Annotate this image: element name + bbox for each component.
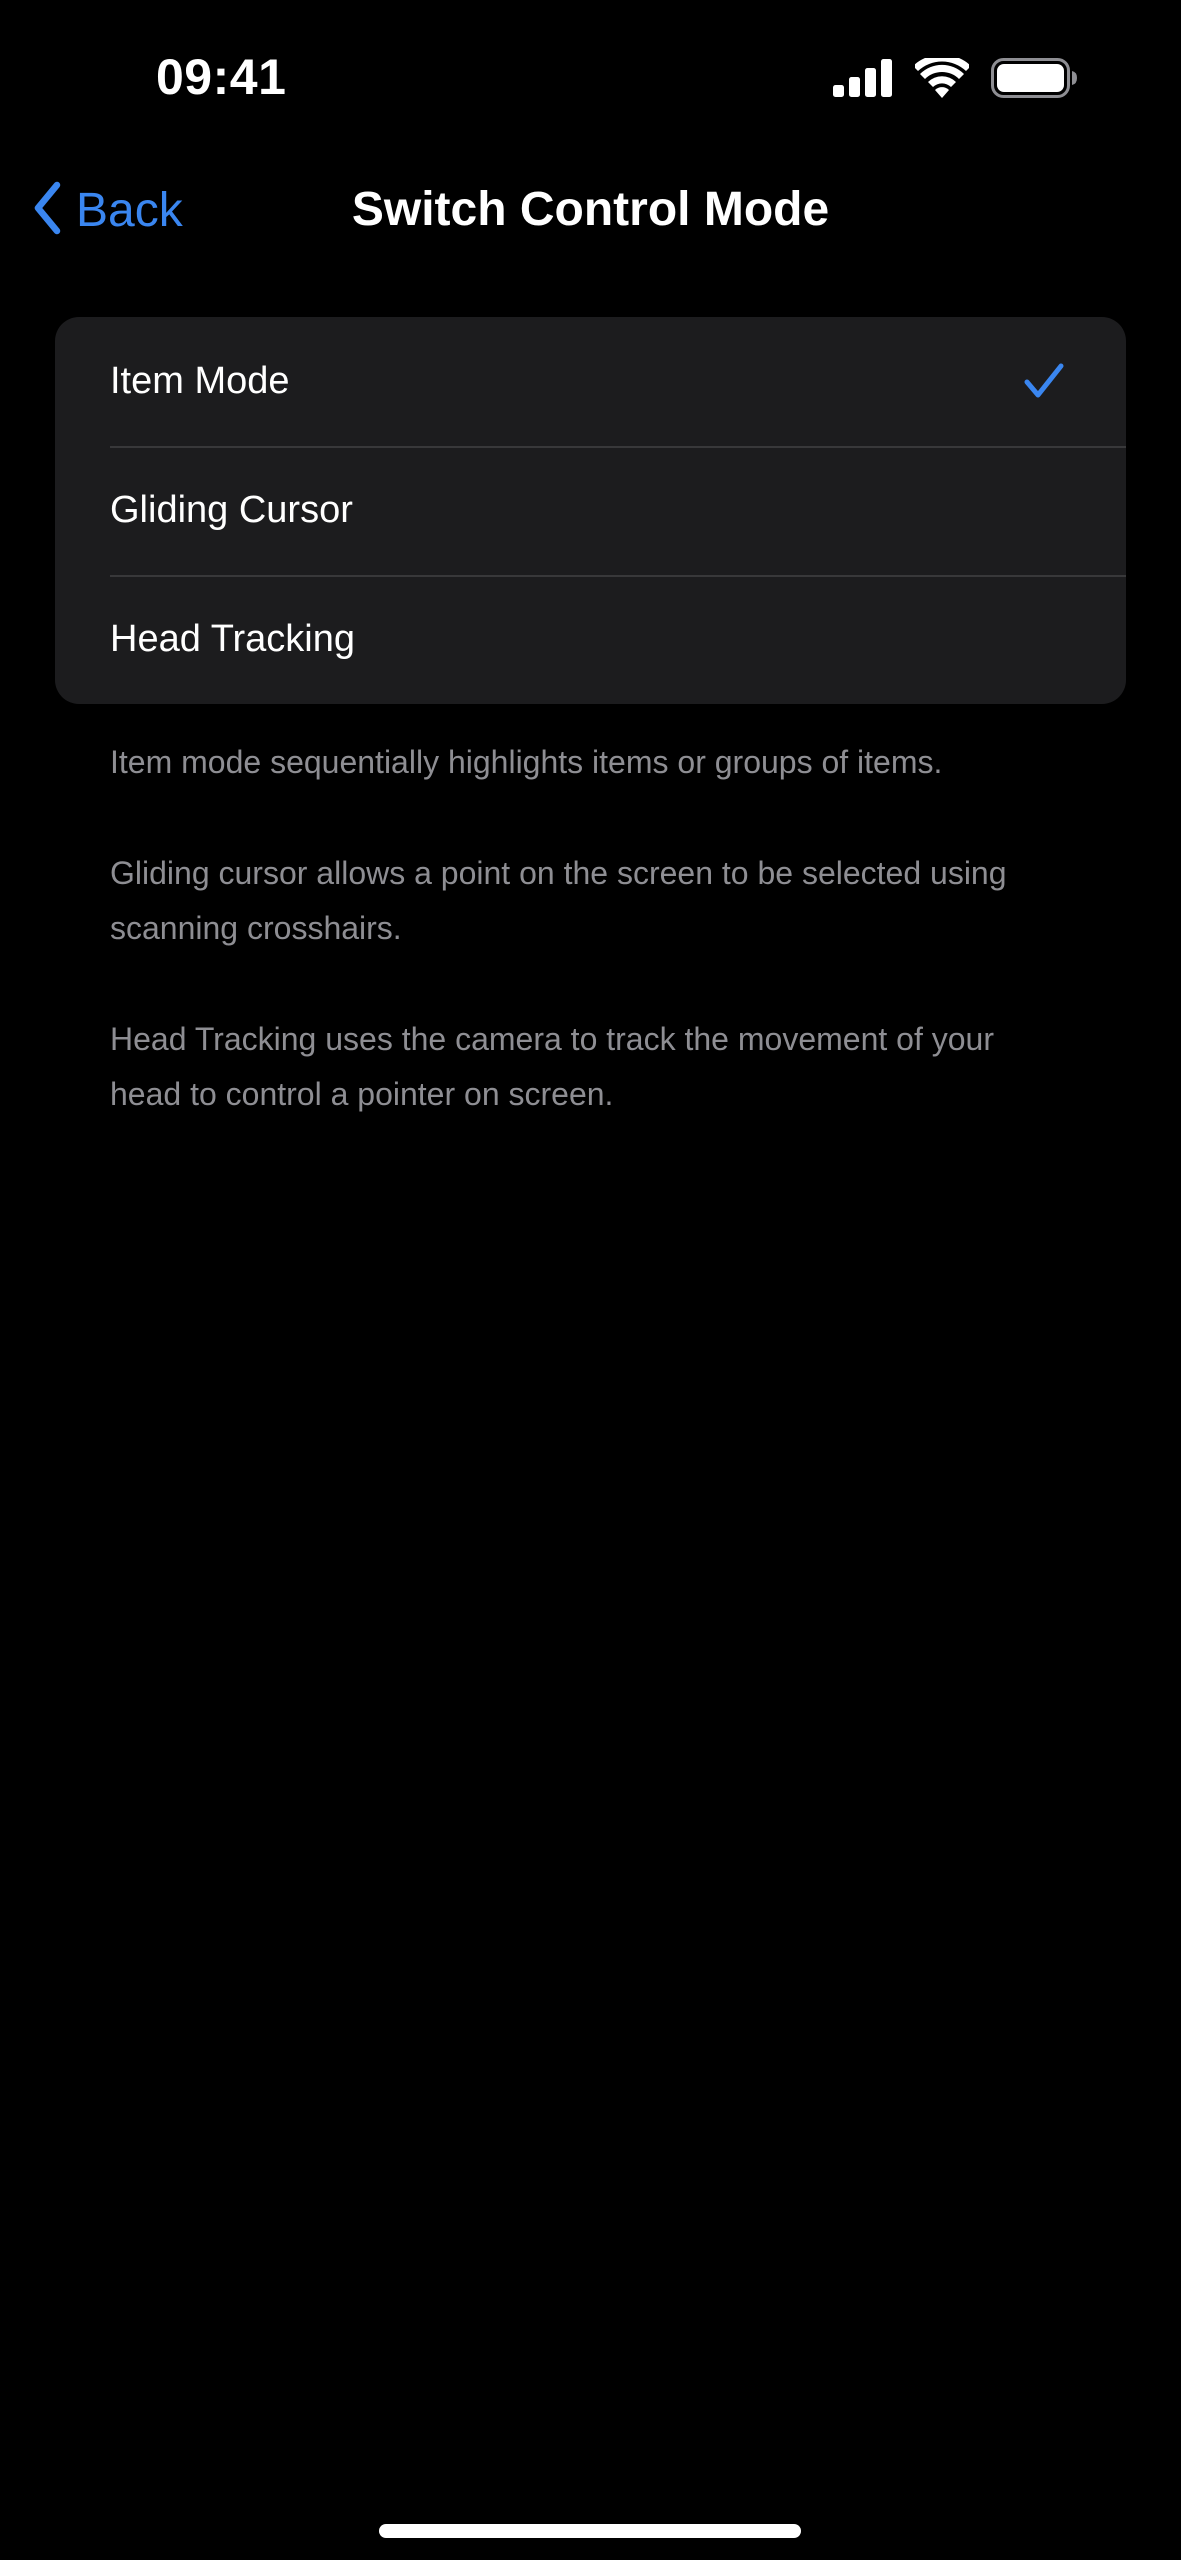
option-head-tracking[interactable]: Head Tracking bbox=[55, 575, 1126, 704]
wifi-icon bbox=[913, 53, 971, 103]
option-item-mode[interactable]: Item Mode bbox=[55, 317, 1126, 446]
status-bar: 09:41 bbox=[0, 0, 1181, 160]
page-title: Switch Control Mode bbox=[351, 183, 830, 236]
home-indicator[interactable] bbox=[379, 2524, 801, 2538]
navigation-bar: Back Switch Control Mode bbox=[0, 160, 1181, 260]
option-label: Gliding Cursor bbox=[110, 489, 353, 531]
status-time: 09:41 bbox=[156, 49, 287, 105]
mode-options-list: Item Mode Gliding Cursor Head Tracking bbox=[55, 317, 1126, 704]
item-mode-description: Item mode sequentially highlights items … bbox=[110, 744, 943, 780]
status-icons bbox=[833, 53, 1077, 103]
mode-descriptions: Item mode sequentially highlights items … bbox=[110, 735, 1070, 1178]
gliding-cursor-description: Gliding cursor allows a point on the scr… bbox=[110, 855, 1007, 946]
cellular-signal-icon bbox=[833, 58, 893, 102]
checkmark-icon bbox=[1024, 363, 1064, 399]
battery-icon bbox=[991, 57, 1077, 103]
option-label: Item Mode bbox=[110, 360, 290, 402]
option-gliding-cursor[interactable]: Gliding Cursor bbox=[55, 446, 1126, 575]
option-label: Head Tracking bbox=[110, 618, 356, 660]
head-tracking-description: Head Tracking uses the camera to track t… bbox=[110, 1021, 994, 1112]
